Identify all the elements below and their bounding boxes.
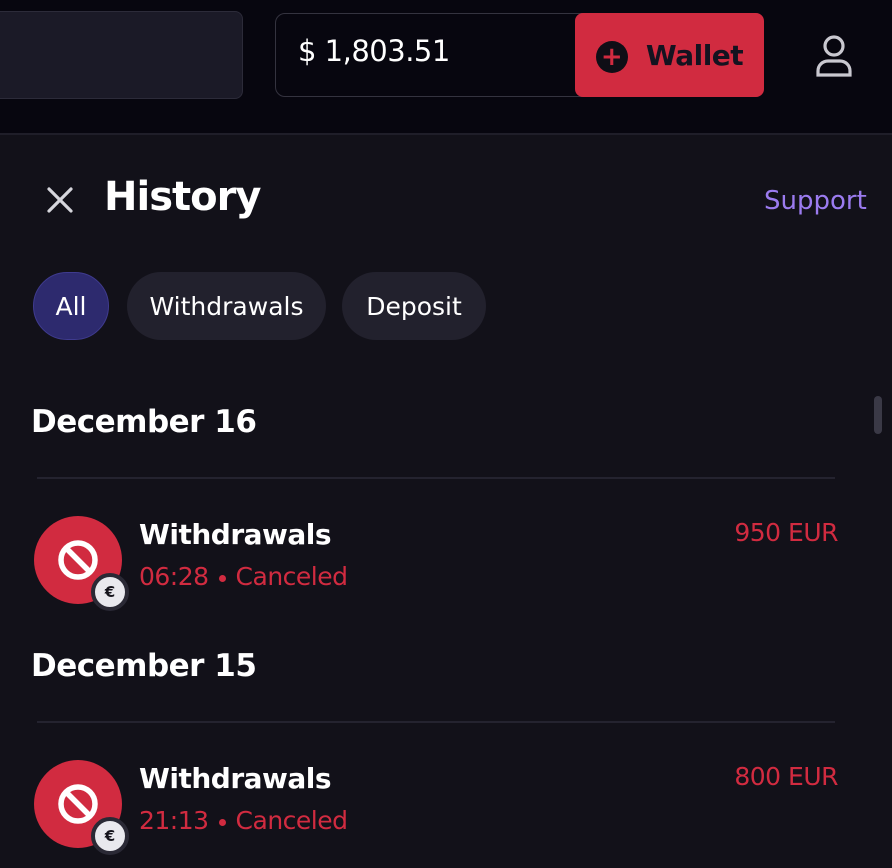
top-bar: $ 1,803.51 + Wallet <box>0 0 892 135</box>
separator-dot <box>218 574 226 582</box>
plus-circle-icon: + <box>595 41 628 73</box>
scrollbar[interactable] <box>874 396 882 434</box>
date-heading: December 15 <box>31 648 257 684</box>
filter-chip-label: Withdrawals <box>149 291 304 321</box>
close-icon[interactable] <box>44 184 76 216</box>
filter-chip-all[interactable]: All <box>33 272 109 340</box>
filter-chip-withdrawals[interactable]: Withdrawals <box>127 272 326 340</box>
balance-amount: $ 1,803.51 <box>298 34 450 68</box>
transaction-amount: 950 EUR <box>734 518 838 547</box>
balance-display[interactable]: $ 1,803.51 <box>275 13 595 97</box>
transaction-meta: 21:13 Canceled <box>139 806 348 835</box>
page-title: History <box>104 174 261 220</box>
divider <box>37 477 835 479</box>
user-icon[interactable] <box>814 34 854 78</box>
transaction-status: Canceled <box>235 806 348 835</box>
filter-chip-label: All <box>55 291 87 321</box>
wallet-button-label: Wallet <box>645 38 744 72</box>
transaction-meta: 06:28 Canceled <box>139 562 348 591</box>
euro-currency-icon: € <box>91 817 129 855</box>
separator-dot <box>218 818 226 826</box>
transaction-time: 21:13 <box>139 806 209 835</box>
transaction-row[interactable]: € Withdrawals 21:13 Canceled 800 EUR <box>0 760 892 860</box>
support-link[interactable]: Support <box>764 186 867 216</box>
transaction-amount: 800 EUR <box>734 762 838 791</box>
transaction-row[interactable]: € Withdrawals 06:28 Canceled 950 EUR <box>0 516 892 616</box>
divider <box>37 721 835 723</box>
date-heading: December 16 <box>31 404 257 440</box>
wallet-button[interactable]: + Wallet <box>575 13 764 97</box>
filter-chip-label: Deposit <box>366 291 462 321</box>
filter-chip-deposit[interactable]: Deposit <box>342 272 486 340</box>
transaction-status: Canceled <box>235 562 348 591</box>
transaction-time: 06:28 <box>139 562 209 591</box>
search-box[interactable] <box>0 11 243 99</box>
euro-currency-icon: € <box>91 573 129 611</box>
transaction-type: Withdrawals <box>139 762 332 795</box>
transaction-type: Withdrawals <box>139 518 332 551</box>
